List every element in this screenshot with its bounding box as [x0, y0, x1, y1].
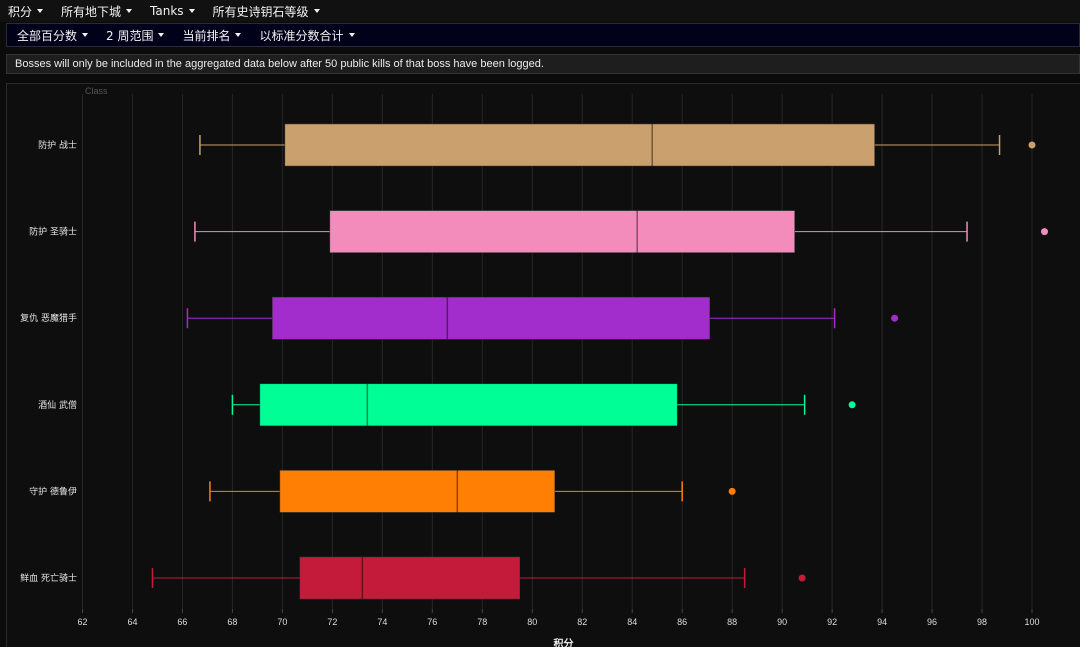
category-label: 守护 德鲁伊	[29, 485, 77, 497]
x-tick-label: 96	[927, 617, 937, 627]
x-tick-label: 88	[727, 617, 737, 627]
chevron-down-icon	[82, 33, 89, 37]
chevron-down-icon	[126, 9, 133, 13]
chevron-down-icon	[313, 9, 320, 13]
category-label: 复仇 恶魔猎手	[20, 312, 77, 324]
info-notice: Bosses will only be included in the aggr…	[6, 54, 1080, 74]
x-tick-label: 90	[777, 617, 787, 627]
aggregation-dropdown[interactable]: 以标准分数合计	[259, 27, 355, 44]
chevron-down-icon	[235, 33, 242, 37]
outlier-point	[1041, 228, 1049, 236]
x-tick-label: 62	[77, 617, 87, 627]
outlier-point	[848, 401, 856, 409]
keystone-level-dropdown[interactable]: 所有史诗钥石等级	[213, 3, 320, 20]
category-label: 酒仙 武僧	[38, 399, 77, 411]
x-tick-label: 100	[1024, 617, 1039, 627]
aggregation-dropdown-label: 以标准分数合计	[259, 28, 344, 43]
outlier-point	[798, 574, 806, 582]
x-tick-label: 80	[527, 617, 537, 627]
percentile-dropdown[interactable]: 全部百分数	[17, 27, 89, 44]
dungeon-dropdown[interactable]: 所有地下城	[61, 3, 133, 20]
box-iqr	[279, 470, 556, 513]
chevron-down-icon	[348, 33, 355, 37]
y-axis-title: Class	[85, 86, 108, 96]
time-range-dropdown-label: 2 周范围	[106, 28, 154, 43]
chevron-down-icon	[37, 9, 44, 13]
metric-dropdown[interactable]: 积分	[8, 3, 44, 20]
x-tick-label: 72	[327, 617, 337, 627]
x-tick-label: 92	[827, 617, 837, 627]
x-tick-label: 64	[127, 617, 137, 627]
role-dropdown-label: Tanks	[150, 4, 184, 18]
box-iqr	[284, 123, 875, 167]
box-iqr	[259, 383, 678, 427]
x-tick-label: 68	[227, 617, 237, 627]
chevron-down-icon	[158, 33, 165, 37]
secondary-nav: 全部百分数 2 周范围 当前排名 以标准分数合计	[6, 23, 1080, 47]
boxplot-chart: 62 64 66 68 70 72 74 76 78 80 82 84 86 88 90 92 94 96 98 10…	[20, 86, 1049, 647]
keystone-level-dropdown-label: 所有史诗钥石等级	[212, 4, 309, 19]
role-dropdown[interactable]: Tanks	[150, 4, 195, 18]
primary-nav: 积分 所有地下城 Tanks 所有史诗钥石等级	[0, 0, 1080, 22]
info-notice-text: Bosses will only be included in the aggr…	[15, 58, 544, 70]
outlier-point	[728, 487, 736, 495]
x-tick-label: 84	[627, 617, 637, 627]
x-tick-label: 78	[477, 617, 487, 627]
box-iqr	[299, 556, 521, 600]
x-axis-title: 积分	[554, 637, 574, 647]
box-iqr	[272, 296, 710, 340]
category-label: 防护 战士	[38, 139, 77, 151]
x-tick-label: 94	[877, 617, 887, 627]
outlier-point	[891, 314, 899, 322]
x-tick-label: 74	[377, 617, 387, 627]
x-tick-label: 98	[977, 617, 987, 627]
x-tick-label: 86	[677, 617, 687, 627]
chevron-down-icon	[188, 9, 195, 13]
chart-panel: 62 64 66 68 70 72 74 76 78 80 82 84 86 88 90 92 94 96 98 10…	[6, 83, 1080, 647]
ranking-dropdown[interactable]: 当前排名	[182, 27, 242, 44]
category-label: 鲜血 死亡骑士	[20, 572, 77, 584]
outlier-point	[1028, 141, 1036, 149]
x-tick-label: 66	[177, 617, 187, 627]
box-iqr	[329, 210, 795, 253]
x-tick-label: 76	[427, 617, 437, 627]
percentile-dropdown-label: 全部百分数	[17, 28, 78, 43]
time-range-dropdown[interactable]: 2 周范围	[106, 27, 165, 44]
metric-dropdown-label: 积分	[8, 4, 33, 19]
category-label: 防护 圣骑士	[29, 226, 77, 238]
ranking-dropdown-label: 当前排名	[182, 28, 231, 43]
x-tick-label: 82	[577, 617, 587, 627]
x-tick-label: 70	[277, 617, 287, 627]
dungeon-dropdown-label: 所有地下城	[61, 4, 122, 19]
